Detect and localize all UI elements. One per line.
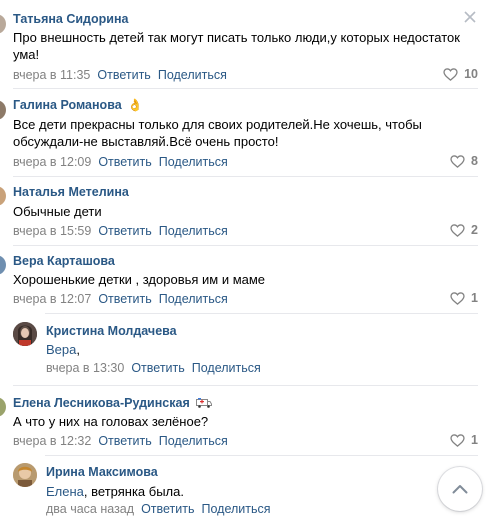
like-count: 10 (464, 67, 478, 81)
comment-text: Елена, ветрянка была. (46, 484, 184, 499)
divider (45, 455, 478, 456)
comment-text: ума! (13, 47, 40, 62)
chevron-up-icon (452, 485, 468, 494)
comment-meta: вчера в 12:07 Ответить Поделиться (13, 292, 228, 306)
heart-icon (450, 433, 465, 447)
comment-time[interactable]: вчера в 13:30 (46, 361, 124, 375)
comment-text: Обычные дети (13, 204, 102, 219)
like-count: 1 (471, 433, 478, 447)
like-button[interactable]: 2 (450, 223, 478, 237)
comment-meta: вчера в 15:59 Ответить Поделиться (13, 224, 228, 238)
comment-text: обсуждали-не выставляй.Всё очень просто! (13, 134, 279, 149)
mention-link[interactable]: Вера (46, 342, 76, 357)
comment-author[interactable]: Кристина Молдачева (46, 324, 177, 338)
scroll-up-button[interactable] (438, 467, 482, 511)
comment-author[interactable]: Галина Романова 👌 (13, 98, 143, 112)
avatar[interactable] (0, 100, 6, 120)
divider (13, 245, 478, 246)
comment-author[interactable]: Елена Лесникова-Рудинская (13, 396, 212, 410)
reply-button[interactable]: Ответить (131, 361, 184, 375)
mention-link[interactable]: Елена (46, 484, 84, 499)
comment-author[interactable]: Ирина Максимова (46, 465, 158, 479)
like-count: 2 (471, 223, 478, 237)
comment-meta: вчера в 12:09 Ответить Поделиться (13, 155, 228, 169)
reply-button[interactable]: Ответить (141, 502, 194, 516)
reply-button[interactable]: Ответить (98, 434, 151, 448)
comment-text: Хорошенькие детки , здоровья им и маме (13, 272, 266, 287)
like-button[interactable]: 8 (450, 154, 478, 168)
comment-time[interactable]: два часа назад (46, 502, 134, 516)
like-count: 8 (471, 154, 478, 168)
avatar[interactable] (13, 463, 37, 487)
heart-icon (450, 154, 465, 168)
share-button[interactable]: Поделиться (159, 224, 228, 238)
divider (13, 385, 478, 386)
reply-button[interactable]: Ответить (98, 155, 151, 169)
share-button[interactable]: Поделиться (192, 361, 261, 375)
comment-text: Про внешность детей так могут писать тол… (13, 30, 460, 45)
divider (13, 88, 478, 89)
comment-meta: вчера в 13:30 Ответить Поделиться (46, 361, 261, 375)
reply-button[interactable]: Ответить (98, 224, 151, 238)
close-icon[interactable] (463, 10, 477, 24)
comment-time[interactable]: вчера в 12:09 (13, 155, 91, 169)
like-button[interactable]: 1 (450, 291, 478, 305)
comment-text: А что у них на головах зелёное? (13, 414, 209, 429)
share-button[interactable]: Поделиться (159, 292, 228, 306)
share-button[interactable]: Поделиться (202, 502, 271, 516)
avatar-image (13, 322, 37, 346)
comment-meta: два часа назад Ответить Поделиться (46, 502, 271, 516)
comment-author[interactable]: Вера Карташова (13, 254, 115, 268)
like-button[interactable]: 10 (443, 67, 478, 81)
ambulance-emoji (195, 398, 212, 408)
comment-time[interactable]: вчера в 12:07 (13, 292, 91, 306)
heart-icon (450, 291, 465, 305)
avatar[interactable] (0, 14, 6, 34)
ok-hand-emoji: 👌 (127, 98, 143, 112)
reply-button[interactable]: Ответить (97, 68, 150, 82)
comment-author[interactable]: Наталья Метелина (13, 185, 129, 199)
comment-time[interactable]: вчера в 12:32 (13, 434, 91, 448)
comment-author[interactable]: Татьяна Сидорина (13, 12, 128, 26)
avatar[interactable] (0, 397, 6, 417)
divider (45, 313, 478, 314)
avatar[interactable] (0, 255, 6, 275)
heart-icon (450, 223, 465, 237)
comment-time[interactable]: вчера в 15:59 (13, 224, 91, 238)
divider (13, 176, 478, 177)
like-count: 1 (471, 291, 478, 305)
comment-text: Все дети прекрасны только для своих роди… (13, 117, 422, 132)
like-button[interactable]: 1 (450, 433, 478, 447)
share-button[interactable]: Поделиться (158, 68, 227, 82)
avatar-image (13, 463, 37, 487)
comment-meta: вчера в 12:32 Ответить Поделиться (13, 434, 228, 448)
reply-button[interactable]: Ответить (98, 292, 151, 306)
heart-icon (443, 67, 458, 81)
comment-meta: вчера в 11:35 Ответить Поделиться (13, 68, 227, 82)
share-button[interactable]: Поделиться (159, 155, 228, 169)
avatar[interactable] (13, 322, 37, 346)
comment-text: Вера, (46, 342, 80, 357)
avatar[interactable] (0, 186, 6, 206)
share-button[interactable]: Поделиться (159, 434, 228, 448)
comment-time[interactable]: вчера в 11:35 (13, 68, 90, 82)
